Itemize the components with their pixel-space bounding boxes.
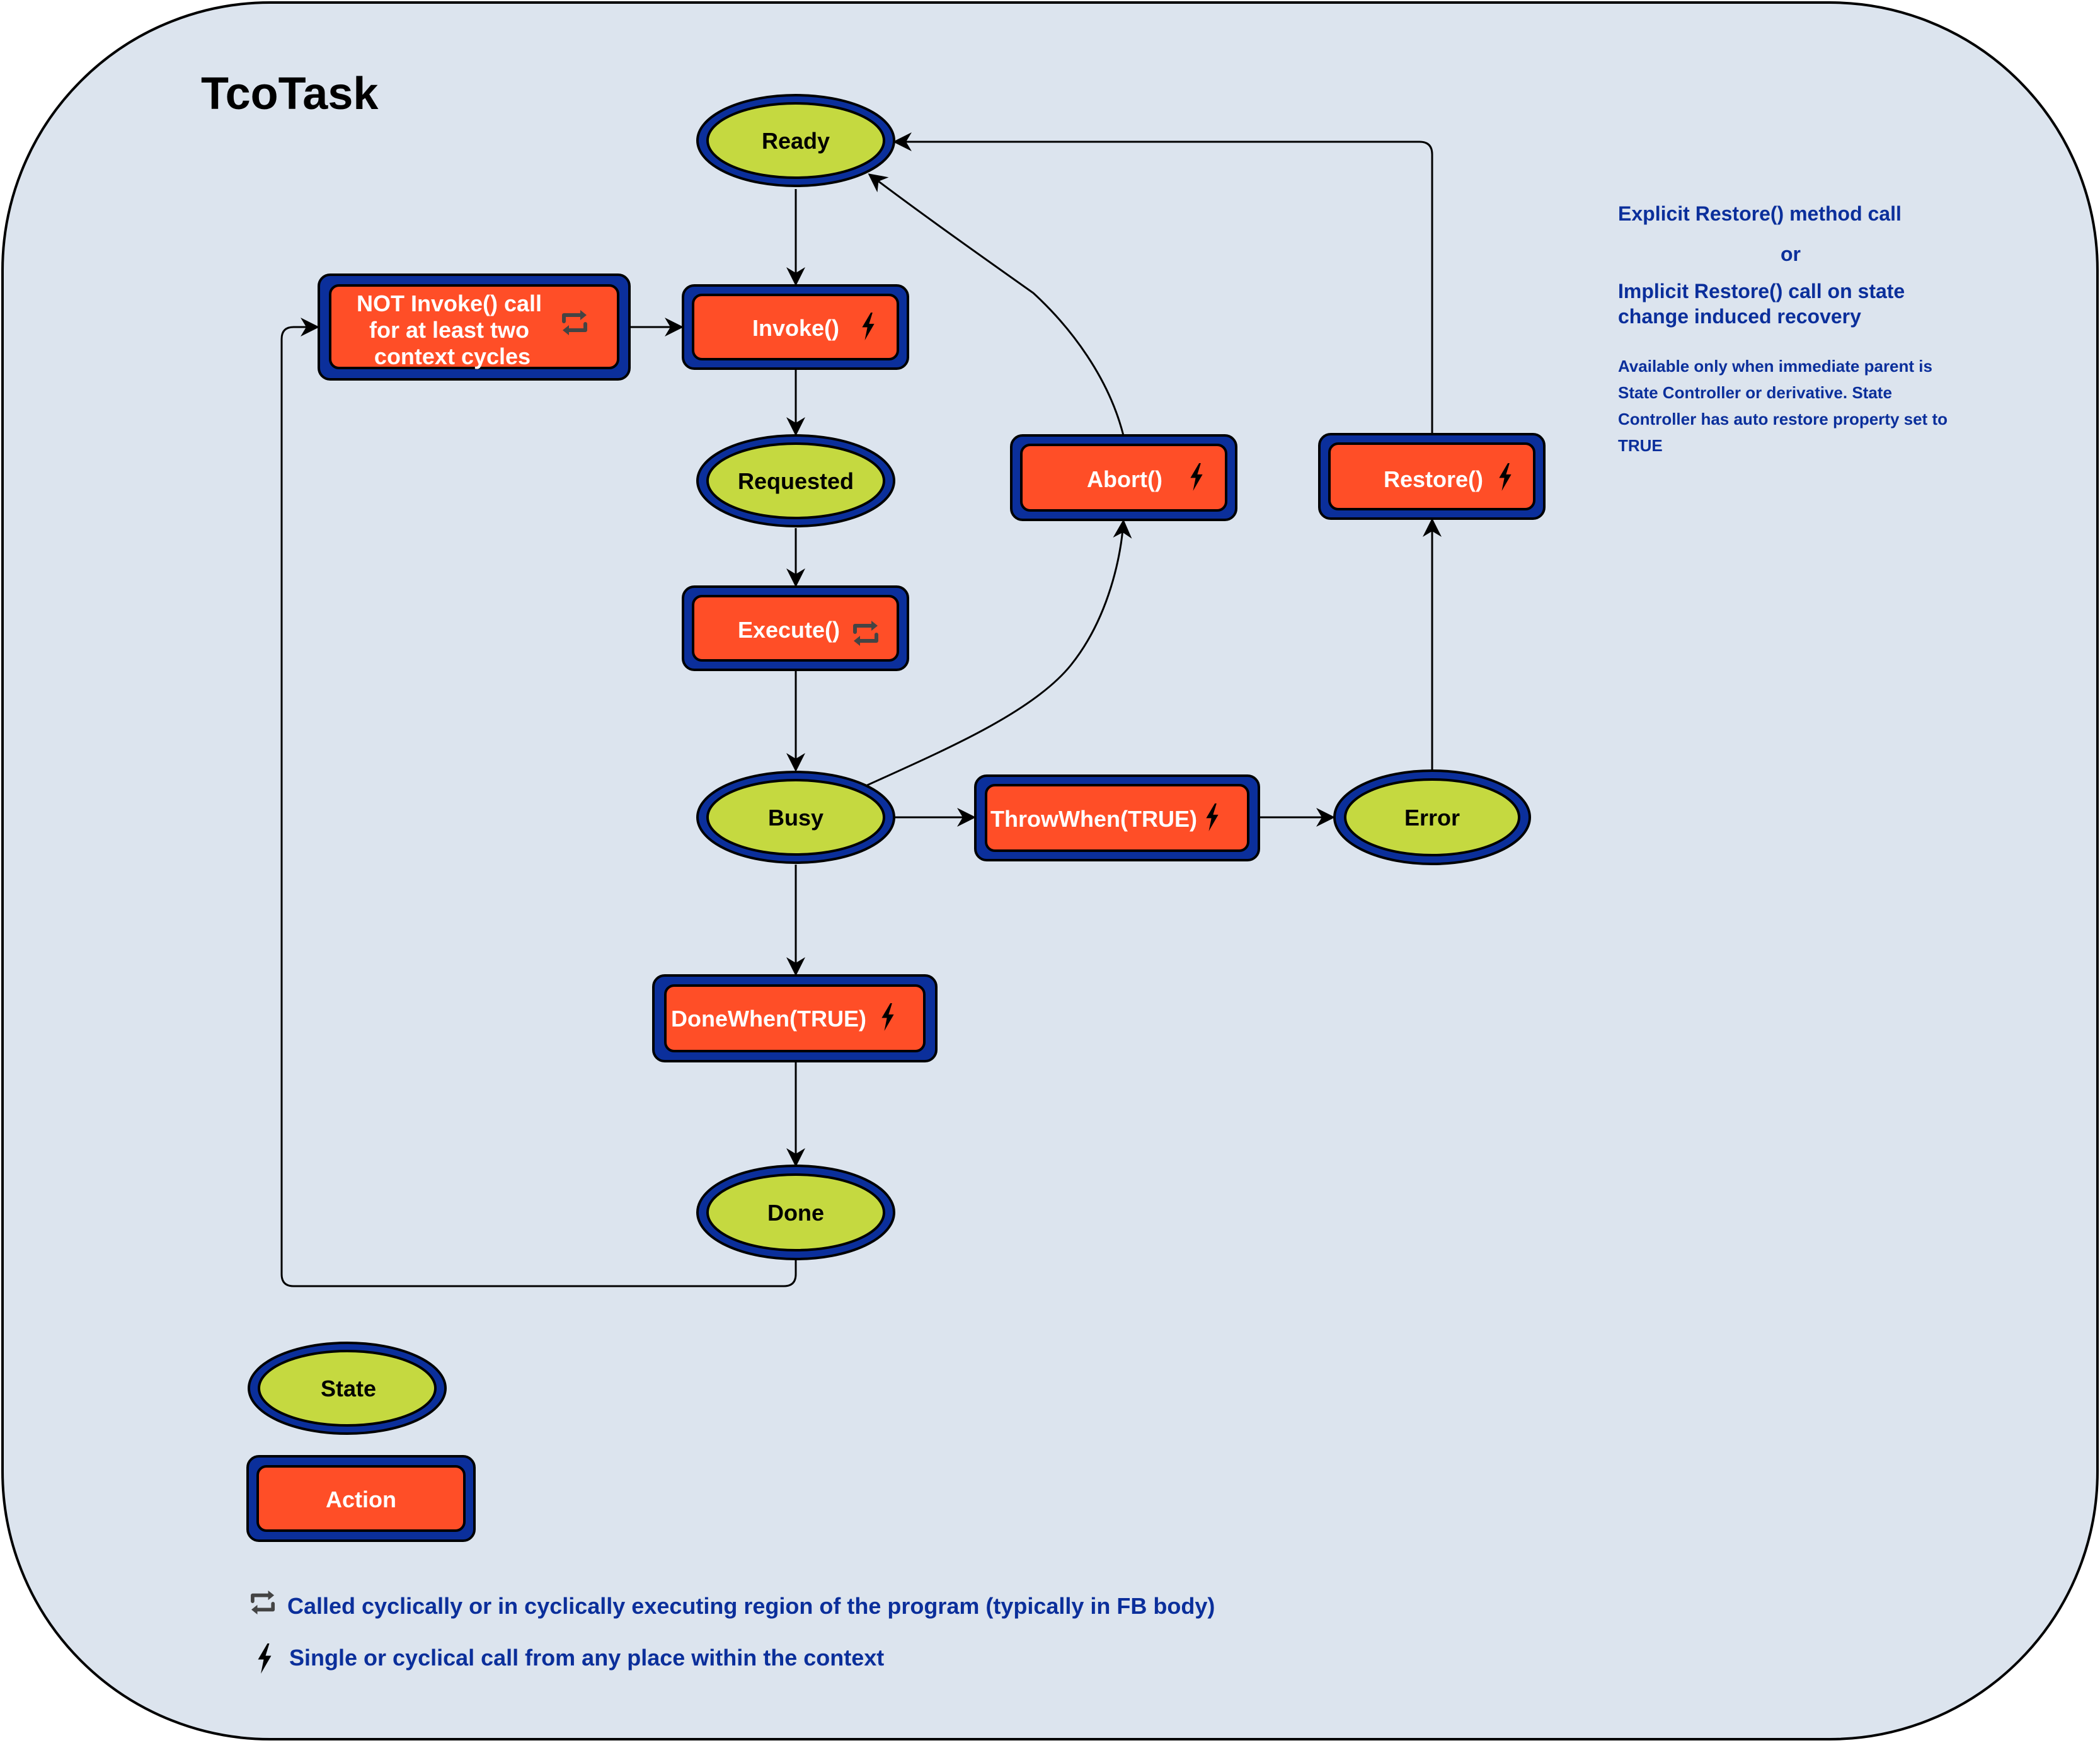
legend-single: Single or cyclical call from any place w…: [258, 1643, 884, 1674]
legend-single-text: Single or cyclical call from any place w…: [289, 1645, 884, 1671]
action-invoke[interactable]: Invoke(): [682, 284, 909, 370]
action-abort[interactable]: Abort(): [1010, 434, 1237, 521]
action-done-when[interactable]: DoneWhen(TRUE): [652, 974, 938, 1062]
legend-action-label: Action: [326, 1487, 396, 1512]
action-invoke-label: Invoke(): [752, 315, 839, 341]
state-ready-label: Ready: [762, 128, 830, 154]
legend-action: Action: [246, 1455, 476, 1542]
action-throw-when[interactable]: ThrowWhen(TRUE): [974, 774, 1260, 861]
state-busy-label: Busy: [768, 805, 823, 831]
state-requested-label: Requested: [738, 468, 854, 494]
diagram-title: TcoTask: [201, 69, 379, 119]
action-throw-when-label: ThrowWhen(TRUE): [990, 806, 1197, 832]
action-abort-label: Abort(): [1087, 466, 1162, 492]
action-not-invoke[interactable]: NOT Invoke() call for at least two conte…: [318, 273, 631, 381]
state-error-label: Error: [1404, 805, 1460, 831]
legend-state: State: [248, 1342, 447, 1435]
legend-cyclic-text: Called cyclically or in cyclically execu…: [287, 1593, 1215, 1619]
legend-cyclic: Called cyclically or in cyclically execu…: [251, 1591, 1215, 1619]
action-done-when-label: DoneWhen(TRUE): [671, 1006, 866, 1032]
state-error[interactable]: Error: [1333, 769, 1531, 865]
action-restore-label: Restore(): [1384, 466, 1483, 492]
legend-state-label: State: [321, 1376, 376, 1401]
state-busy[interactable]: Busy: [696, 771, 895, 864]
action-execute-label: Execute(): [738, 617, 840, 643]
note-or: or: [1781, 243, 1801, 265]
action-restore[interactable]: Restore(): [1318, 433, 1546, 520]
state-done-label: Done: [767, 1200, 824, 1226]
action-not-invoke-label: NOT Invoke() call for at least two conte…: [357, 290, 548, 369]
state-requested[interactable]: Requested: [696, 434, 895, 527]
state-done[interactable]: Done: [696, 1165, 895, 1260]
tcotask-state-diagram: TcoTask Ready Requested Busy Error Done …: [1, 1, 2099, 1740]
note-explicit: Explicit Restore() method call: [1618, 202, 1902, 225]
action-execute[interactable]: Execute(): [682, 585, 909, 671]
state-ready[interactable]: Ready: [696, 94, 895, 187]
